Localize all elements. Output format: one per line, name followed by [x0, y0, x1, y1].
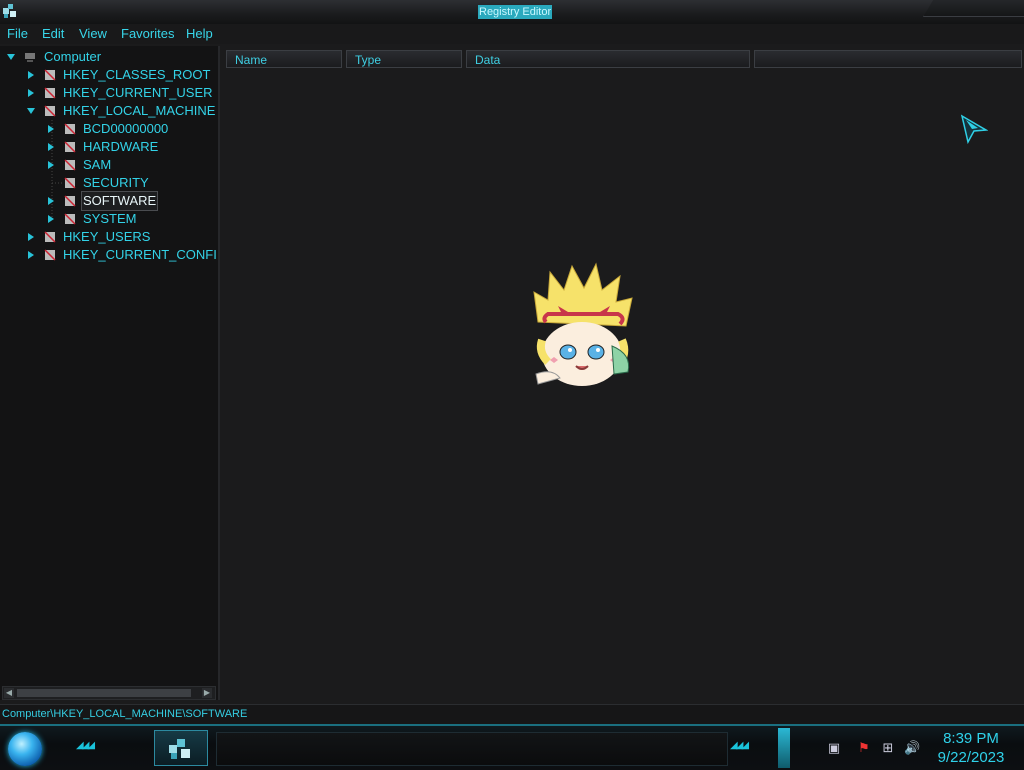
tree-label: BCD00000000 [83, 121, 169, 136]
column-header-type[interactable]: Type [346, 50, 462, 68]
column-header-name[interactable]: Name [226, 50, 342, 68]
tree-item-hkey-local-machine[interactable]: HKEY_LOCAL_MACHINE [24, 102, 216, 120]
status-bar: Computer\HKEY_LOCAL_MACHINE\SOFTWARE [0, 704, 1024, 725]
tree-item-system[interactable]: SYSTEM [44, 210, 214, 228]
folder-icon [44, 249, 56, 261]
menu-bar: File Edit View Favorites Help [0, 24, 1024, 44]
menu-file[interactable]: File [7, 26, 28, 42]
folder-icon [64, 141, 76, 153]
column-header-data[interactable]: Data [466, 50, 750, 68]
tree-item-bcd00000000[interactable]: BCD00000000 [44, 120, 214, 138]
clock-time[interactable]: 8:39 PM [938, 730, 1004, 747]
computer-icon [25, 53, 35, 62]
folder-icon [64, 159, 76, 171]
registry-editor-icon [169, 739, 190, 759]
folder-open-icon [44, 105, 56, 117]
tree-item-hkey-current-config[interactable]: HKEY_CURRENT_CONFI [24, 246, 217, 264]
taskbar-band [216, 732, 728, 766]
tree-item-sam[interactable]: SAM [44, 156, 214, 174]
folder-icon [44, 69, 56, 81]
tree-label: SAM [83, 157, 112, 172]
registry-editor-window: Registry Editor File Edit View Favorites… [0, 0, 1024, 725]
status-path: Computer\HKEY_LOCAL_MACHINE\SOFTWARE [2, 708, 248, 720]
taskbar: ◢◢◢ ◢◢◢ ▣ ⚑ ⊞ 🔊 8:39 PM 9/22/2023 [0, 724, 1024, 770]
tree-label: HKEY_CLASSES_ROOT [63, 67, 211, 82]
start-button[interactable] [8, 732, 42, 766]
registry-editor-icon [3, 4, 16, 18]
scrollbar-thumb[interactable] [17, 689, 191, 697]
collapsed-arrow-icon[interactable] [26, 71, 36, 79]
scroll-right-arrow-icon[interactable]: ▶ [202, 688, 212, 698]
tree-item-hkey-classes-root[interactable]: HKEY_CLASSES_ROOT [24, 66, 214, 84]
caption-buttons-frame[interactable] [923, 0, 1024, 17]
collapsed-arrow-icon[interactable] [46, 215, 56, 223]
tree-item-security[interactable]: SECURITY [44, 174, 214, 192]
tree-item-hkey-users[interactable]: HKEY_USERS [24, 228, 214, 246]
tree-label: HKEY_USERS [63, 229, 151, 244]
column-header-empty[interactable] [754, 50, 1022, 68]
tree-item-software[interactable]: SOFTWARE [44, 191, 214, 211]
folder-icon [44, 231, 56, 243]
collapsed-arrow-icon[interactable] [46, 197, 56, 205]
tray-divider [778, 728, 790, 768]
tree-label: SECURITY [83, 175, 149, 190]
collapsed-arrow-icon[interactable] [26, 233, 36, 241]
tree-label-selected: SOFTWARE [80, 191, 159, 211]
chevron-decor-icon: ◢◢◢ [76, 740, 95, 751]
flag-error-icon[interactable]: ⚑ [856, 740, 872, 756]
tree-label: HARDWARE [83, 139, 159, 154]
folder-icon [64, 123, 76, 135]
collapsed-arrow-icon[interactable] [26, 89, 36, 97]
volume-icon[interactable]: 🔊 [904, 740, 920, 756]
scroll-left-arrow-icon[interactable]: ◀ [4, 688, 14, 698]
collapsed-arrow-icon[interactable] [46, 125, 56, 133]
collapsed-arrow-icon[interactable] [26, 251, 36, 259]
network-icon[interactable]: ⊞ [880, 740, 896, 756]
title-bar[interactable]: Registry Editor [0, 0, 1024, 25]
tree-label: HKEY_CURRENT_CONFI [63, 247, 217, 262]
menu-favorites[interactable]: Favorites [121, 26, 174, 42]
folder-icon [64, 195, 76, 207]
expanded-arrow-icon[interactable] [6, 53, 16, 61]
collapsed-arrow-icon[interactable] [46, 143, 56, 151]
collapsed-arrow-icon[interactable] [46, 161, 56, 169]
tree-label: HKEY_LOCAL_MACHINE [63, 103, 216, 118]
folder-icon [44, 87, 56, 99]
tree-item-hardware[interactable]: HARDWARE [44, 138, 214, 156]
menu-view[interactable]: View [79, 26, 107, 42]
menu-help[interactable]: Help [186, 26, 213, 42]
taskbar-app-registry-editor[interactable] [154, 730, 208, 766]
show-desktop-icon[interactable]: ▣ [826, 740, 842, 756]
clock-date[interactable]: 9/22/2023 [932, 749, 1010, 766]
window-title: Registry Editor [478, 5, 553, 19]
key-tree-pane[interactable]: Computer HKEY_CLASSES_ROOT HKEY_CURRENT_… [0, 46, 220, 700]
folder-icon [64, 213, 76, 225]
chevron-decor-icon: ◢◢◢ [730, 740, 749, 751]
expanded-arrow-icon[interactable] [26, 107, 36, 115]
tree-label-computer: Computer [44, 49, 102, 64]
folder-icon [64, 177, 76, 189]
tree-label: HKEY_CURRENT_USER [63, 85, 213, 100]
tree-label: SYSTEM [83, 211, 137, 226]
mascot-character-image [533, 262, 633, 386]
mouse-cursor-icon [960, 114, 988, 144]
tree-horizontal-scrollbar[interactable]: ◀ ▶ [2, 686, 216, 700]
menu-edit[interactable]: Edit [42, 26, 64, 42]
tree-item-hkey-current-user[interactable]: HKEY_CURRENT_USER [24, 84, 214, 102]
tree-root-computer[interactable]: Computer [6, 48, 206, 66]
